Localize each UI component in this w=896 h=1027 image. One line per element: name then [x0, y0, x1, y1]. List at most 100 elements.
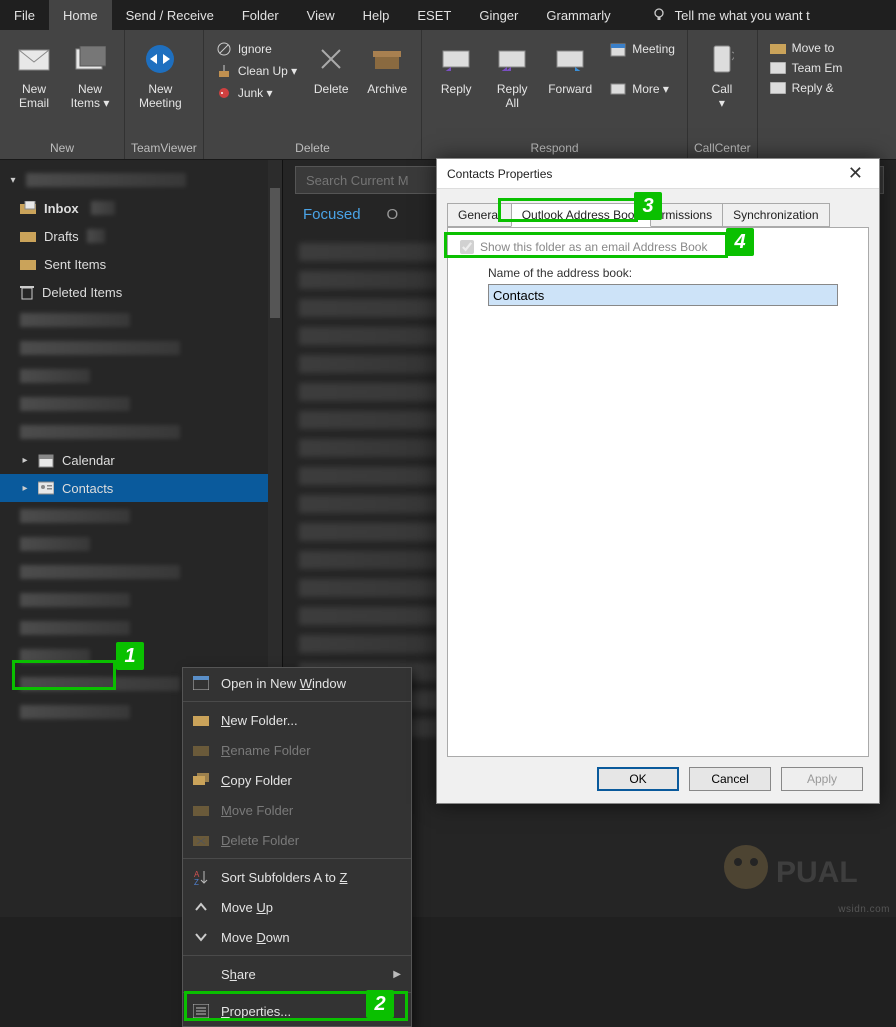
forward-button[interactable]: Forward [540, 34, 600, 96]
archive-icon [373, 47, 401, 71]
ctx-label: Sort Subfolders A to Z [221, 870, 347, 885]
folder-redacted[interactable] [0, 418, 282, 446]
folder-inbox[interactable]: Inbox [0, 194, 282, 222]
call-button[interactable]: Call ▾ [694, 34, 750, 110]
new-items-icon [74, 46, 106, 72]
dialog-close-button[interactable]: ✕ [842, 163, 869, 184]
show-folder-checkbox[interactable] [460, 240, 474, 254]
tell-me-label: Tell me what you want t [675, 8, 810, 23]
account-header[interactable]: ▾ [0, 166, 282, 194]
nav-contacts[interactable]: ▸ Contacts [0, 474, 282, 502]
folder-drafts[interactable]: Drafts [0, 222, 282, 250]
folder-inbox-label: Inbox [44, 201, 79, 216]
ribbon-group-callcenter: Call ▾ CallCenter [688, 30, 758, 159]
folder-redacted[interactable] [0, 614, 282, 642]
dialog-tab-general[interactable]: General [447, 203, 512, 227]
reply-all-button[interactable]: Reply All [484, 34, 540, 110]
moveto-button[interactable]: Move to [764, 38, 849, 58]
watermark-graphic: PUAL [696, 827, 876, 907]
ctx-copy-folder[interactable]: Copy Folder [183, 765, 411, 795]
tab-focused[interactable]: Focused [303, 206, 361, 223]
annotation-number-3: 3 [634, 192, 662, 220]
reply-button[interactable]: Reply [428, 34, 484, 96]
addressbook-name-label: Name of the address book: [488, 266, 856, 280]
menu-ginger[interactable]: Ginger [465, 0, 532, 30]
menu-folder[interactable]: Folder [228, 0, 293, 30]
ctx-label: Open in New Window [221, 676, 346, 691]
mail-icon [770, 82, 786, 94]
ignore-button[interactable]: Ignore [210, 38, 303, 60]
folder-redacted[interactable] [0, 362, 282, 390]
delete-button[interactable]: Delete [303, 34, 359, 96]
menu-grammarly[interactable]: Grammarly [532, 0, 624, 30]
delete-folder-icon [193, 833, 209, 847]
nav-calendar[interactable]: ▸ Calendar [0, 446, 282, 474]
folder-redacted[interactable] [0, 558, 282, 586]
phone-icon [710, 44, 734, 74]
new-meeting-button[interactable]: New Meeting [131, 34, 190, 110]
dialog-titlebar: Contacts Properties ✕ [437, 159, 879, 189]
folder-sent[interactable]: Sent Items [0, 250, 282, 278]
ctx-share[interactable]: Share ▶ [183, 959, 411, 989]
menu-home[interactable]: Home [49, 0, 112, 30]
team-email-button[interactable]: Team Em [764, 58, 849, 78]
archive-button[interactable]: Archive [359, 34, 415, 96]
ctx-new-folder[interactable]: New Folder... [183, 705, 411, 735]
tab-other[interactable]: O [387, 206, 399, 223]
meeting-button[interactable]: Meeting [604, 38, 681, 60]
properties-icon [193, 1004, 209, 1018]
show-folder-checkbox-row[interactable]: Show this folder as an email Address Boo… [460, 240, 856, 254]
contacts-properties-dialog: Contacts Properties ✕ General Outlook Ad… [436, 158, 880, 804]
folder-redacted[interactable] [0, 586, 282, 614]
dialog-panel: Show this folder as an email Address Boo… [447, 227, 869, 757]
new-items-button[interactable]: New Items ▾ [62, 34, 118, 110]
tell-me-search[interactable]: Tell me what you want t [637, 0, 824, 30]
respond-more-button[interactable]: More ▾ [604, 78, 681, 100]
rename-icon [193, 743, 209, 757]
ribbon-group-new-label: New [6, 139, 118, 159]
ctx-label: Copy Folder [221, 773, 292, 788]
mail-icon [770, 62, 786, 74]
ribbon-group-teamviewer-label: TeamViewer [131, 139, 197, 159]
menu-view[interactable]: View [293, 0, 349, 30]
calendar-icon [38, 452, 54, 468]
contacts-icon [38, 481, 54, 495]
show-folder-checkbox-label: Show this folder as an email Address Boo… [480, 240, 707, 254]
folder-redacted[interactable] [0, 530, 282, 558]
cleanup-icon [216, 63, 232, 79]
folder-deleted[interactable]: Deleted Items [0, 278, 282, 306]
folder-redacted[interactable] [0, 306, 282, 334]
menu-eset[interactable]: ESET [403, 0, 465, 30]
ribbon-group-delete: Ignore Clean Up ▾ Junk ▾ Delete Archive … [204, 30, 422, 159]
folder-redacted[interactable] [0, 390, 282, 418]
annotation-number-2: 2 [366, 990, 394, 1018]
svg-text:PUAL: PUAL [776, 856, 858, 889]
dialog-tab-sync[interactable]: Synchronization [722, 203, 829, 227]
new-email-button[interactable]: New Email [6, 34, 62, 110]
ctx-move-up[interactable]: Move Up [183, 892, 411, 922]
ctx-sort-az[interactable]: AZ Sort Subfolders A to Z [183, 862, 411, 892]
dialog-title: Contacts Properties [447, 167, 552, 181]
menu-help[interactable]: Help [349, 0, 404, 30]
dialog-cancel-button[interactable]: Cancel [689, 767, 771, 791]
reply-delete-button[interactable]: Reply & [764, 78, 849, 98]
menu-sendreceive[interactable]: Send / Receive [112, 0, 228, 30]
dialog-ok-button[interactable]: OK [597, 767, 679, 791]
ctx-open-new-window[interactable]: Open in New Window [183, 668, 411, 698]
addressbook-name-input[interactable] [488, 284, 838, 306]
teamviewer-icon [144, 43, 176, 75]
folder-redacted[interactable] [0, 334, 282, 362]
menu-file[interactable]: File [0, 0, 49, 30]
folder-icon [770, 41, 786, 55]
junk-button[interactable]: Junk ▾ [210, 82, 303, 104]
folder-redacted[interactable] [0, 502, 282, 530]
inbox-icon [20, 201, 36, 215]
scrollbar-thumb[interactable] [270, 188, 280, 318]
forward-icon [555, 47, 585, 71]
cleanup-button[interactable]: Clean Up ▾ [210, 60, 303, 82]
chevron-up-icon [194, 902, 208, 912]
lightbulb-icon [651, 7, 667, 23]
ctx-move-down[interactable]: Move Down [183, 922, 411, 952]
ribbon-group-respond-label: Respond [428, 139, 681, 159]
dialog-tab-addressbook[interactable]: Outlook Address Book [511, 203, 652, 227]
